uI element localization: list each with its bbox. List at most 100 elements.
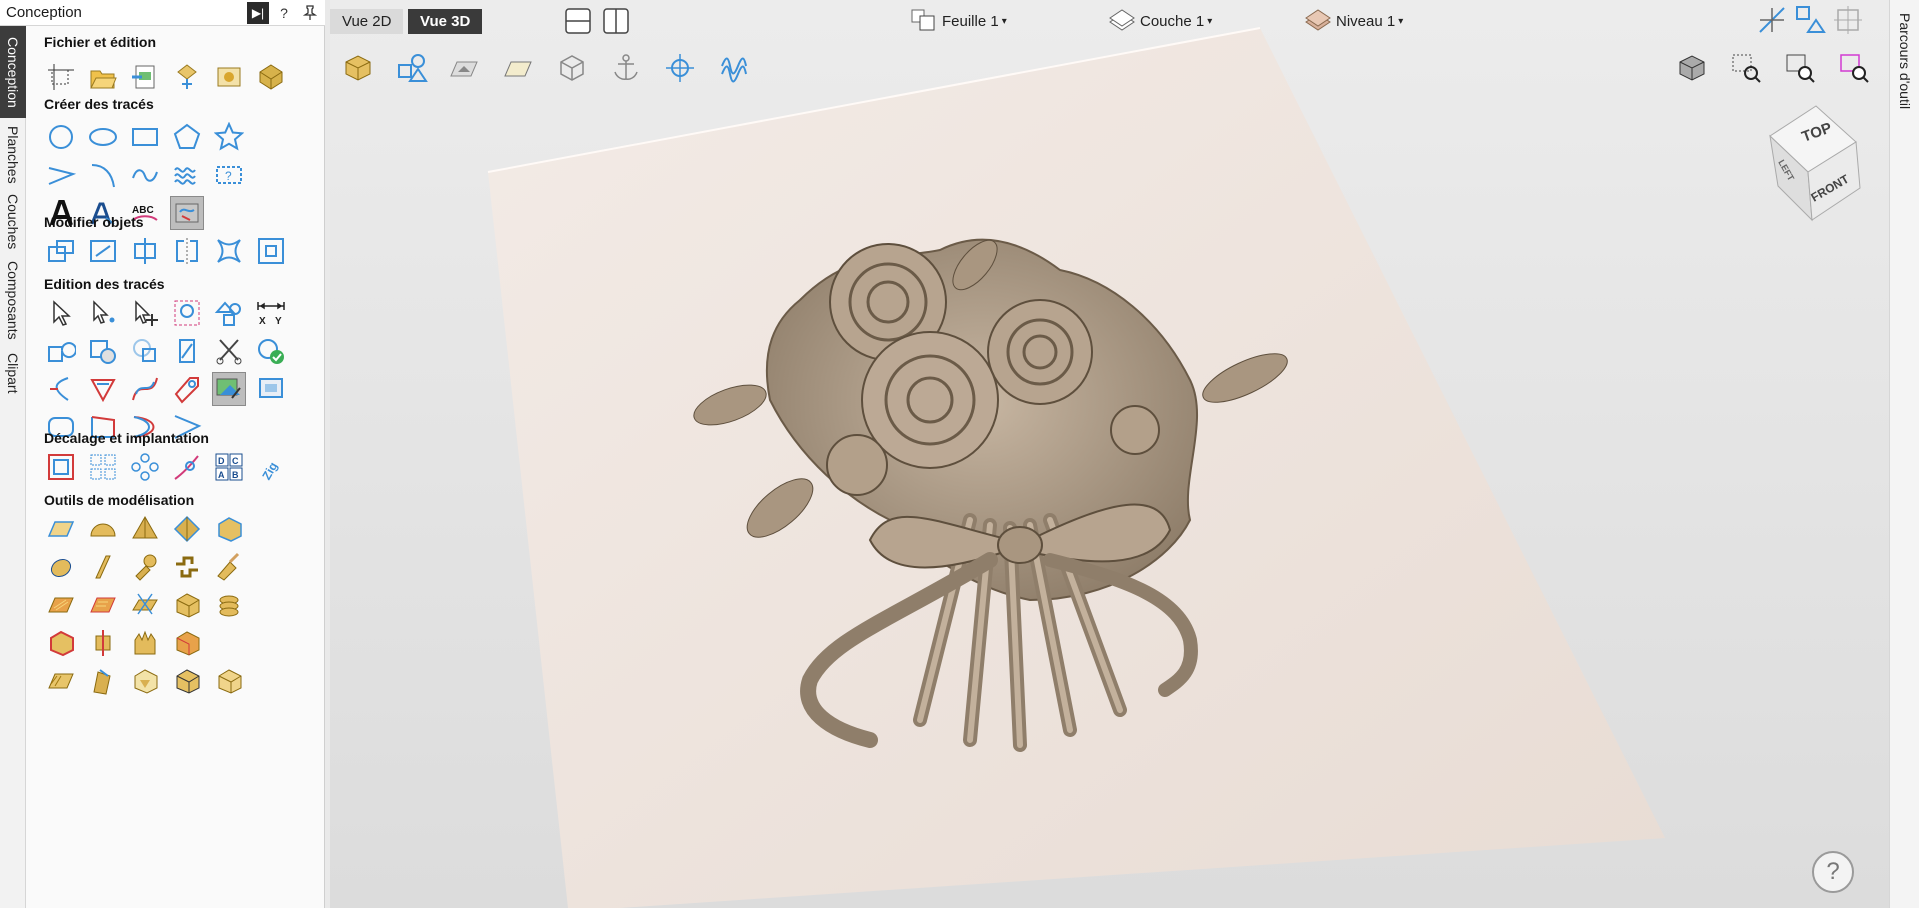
auto-layout-text-icon[interactable] — [170, 196, 204, 230]
intersect-vectors-icon[interactable] — [128, 334, 162, 368]
show-wireframe-icon[interactable] — [554, 50, 590, 86]
draw-line-icon[interactable] — [44, 158, 78, 192]
layer-dropdown[interactable]: Couche 1 ▾ — [1108, 8, 1212, 34]
tab-planches[interactable]: Planches — [0, 122, 26, 188]
texture-fill-icon[interactable] — [86, 588, 120, 622]
help-button[interactable]: ? — [1812, 851, 1854, 893]
sculpt-icon[interactable] — [212, 550, 246, 584]
layout-single-icon[interactable] — [560, 3, 596, 39]
subtract-vectors-icon[interactable] — [86, 334, 120, 368]
sheet-dropdown[interactable]: Feuille 1 ▾ — [910, 8, 1007, 34]
tab-3d-view[interactable]: Vue 3D — [408, 9, 483, 34]
fillet-vectors-icon[interactable] — [170, 334, 204, 368]
toolpath-origin-icon[interactable] — [662, 50, 698, 86]
bitmap-trace-icon[interactable] — [254, 372, 288, 406]
show-bitmap-icon[interactable] — [446, 50, 482, 86]
move-select-icon[interactable] — [128, 296, 162, 330]
model-clip-icon[interactable] — [86, 626, 120, 660]
draw-star-icon[interactable] — [212, 120, 246, 154]
extrude-weave-icon[interactable] — [86, 550, 120, 584]
open-file-icon[interactable] — [86, 60, 120, 94]
zoom-extents-icon[interactable] — [1782, 50, 1818, 86]
smooth-model-icon[interactable] — [44, 664, 78, 698]
tab-2d-view[interactable]: Vue 2D — [330, 9, 404, 34]
model-bevel-icon[interactable] — [128, 664, 162, 698]
two-rail-sweep-icon[interactable] — [44, 550, 78, 584]
split-model-icon[interactable] — [128, 588, 162, 622]
extrude-shape-icon[interactable] — [170, 512, 204, 546]
tab-conception[interactable]: Conception — [0, 26, 26, 118]
smooth-curve-icon[interactable] — [128, 372, 162, 406]
offset-tag-icon[interactable] — [170, 372, 204, 406]
pin-icon[interactable] — [299, 2, 321, 24]
component-box-icon[interactable] — [212, 512, 246, 546]
view-iso-icon[interactable] — [1674, 50, 1710, 86]
show-vectors-icon[interactable] — [394, 50, 430, 86]
measure-xy-icon[interactable]: XY — [254, 296, 288, 330]
draw-unknown-shape-icon[interactable]: ? — [212, 158, 246, 192]
level-dropdown[interactable]: Niveau 1 ▾ — [1304, 8, 1403, 34]
grid-toggle-icon[interactable] — [1830, 2, 1866, 38]
view-cube[interactable]: TOP FRONT LEFT — [1756, 102, 1876, 222]
draw-polygon-icon[interactable] — [170, 120, 204, 154]
reset-model-icon[interactable] — [44, 626, 78, 660]
center-in-material-icon[interactable] — [254, 234, 288, 268]
layout-split-icon[interactable] — [598, 3, 634, 39]
image-trace-icon[interactable] — [212, 372, 246, 406]
draw-curve-icon[interactable] — [128, 158, 162, 192]
tab-composants[interactable]: Composants — [0, 256, 26, 344]
panel-help-icon[interactable]: ? — [273, 2, 295, 24]
draw-ellipse-icon[interactable] — [86, 120, 120, 154]
distort-object-icon[interactable] — [212, 234, 246, 268]
chamfer-icon[interactable] — [86, 372, 120, 406]
transform-objects-icon[interactable] — [44, 234, 78, 268]
zoom-selection-icon[interactable] — [1836, 50, 1872, 86]
snap-icon[interactable] — [1754, 2, 1790, 38]
nesting-dcab-icon[interactable]: DCAB — [212, 450, 246, 484]
fade-model-icon[interactable] — [170, 626, 204, 660]
model-merge-icon[interactable] — [212, 664, 246, 698]
node-edit-icon[interactable] — [86, 296, 120, 330]
weld-vectors-icon[interactable] — [44, 334, 78, 368]
draw-arc-icon[interactable] — [86, 158, 120, 192]
tab-toolpaths[interactable]: Parcours d'outil — [1892, 6, 1918, 116]
texture-area-icon[interactable] — [44, 588, 78, 622]
import-vectors-icon[interactable] — [128, 60, 162, 94]
export-model-icon[interactable] — [254, 60, 288, 94]
select-icon[interactable] — [44, 296, 78, 330]
draw-mode-icon[interactable] — [1792, 2, 1828, 38]
copy-along-path-icon[interactable] — [170, 450, 204, 484]
circular-array-icon[interactable] — [128, 450, 162, 484]
pyramid-shape-icon[interactable] — [128, 512, 162, 546]
tab-couches[interactable]: Couches — [0, 192, 26, 252]
dome-shape-icon[interactable] — [86, 512, 120, 546]
align-objects-icon[interactable] — [128, 234, 162, 268]
import-component-icon[interactable] — [170, 60, 204, 94]
collapse-panel-icon[interactable]: ▶| — [247, 1, 269, 24]
show-model-icon[interactable] — [340, 50, 376, 86]
transform-select-icon[interactable] — [170, 296, 204, 330]
group-shapes-icon[interactable] — [212, 296, 246, 330]
flame-model-icon[interactable] — [128, 626, 162, 660]
show-material-icon[interactable] — [500, 50, 536, 86]
mold-block-icon[interactable] — [170, 588, 204, 622]
model-bake-icon[interactable] — [170, 664, 204, 698]
anchor-icon[interactable] — [608, 50, 644, 86]
scale-object-icon[interactable] — [86, 234, 120, 268]
3d-viewport[interactable] — [330, 0, 1889, 908]
toolpath-preview-icon[interactable] — [716, 50, 752, 86]
import-bitmap-icon[interactable] — [212, 60, 246, 94]
job-setup-icon[interactable] — [44, 60, 78, 94]
extend-vector-icon[interactable] — [44, 372, 78, 406]
distort-model-icon[interactable] — [86, 664, 120, 698]
validate-vectors-icon[interactable] — [254, 334, 288, 368]
nesting-zig-icon[interactable]: Zig — [254, 450, 288, 484]
spin-shape-icon[interactable] — [128, 550, 162, 584]
offset-vectors-icon[interactable] — [44, 450, 78, 484]
zoom-box-icon[interactable] — [1728, 50, 1764, 86]
draw-circle-icon[interactable] — [44, 120, 78, 154]
draw-wave-icon[interactable] — [170, 158, 204, 192]
shape-editor-icon[interactable] — [44, 512, 78, 546]
tab-clipart[interactable]: Clipart — [0, 348, 26, 398]
mirror-object-icon[interactable] — [170, 234, 204, 268]
